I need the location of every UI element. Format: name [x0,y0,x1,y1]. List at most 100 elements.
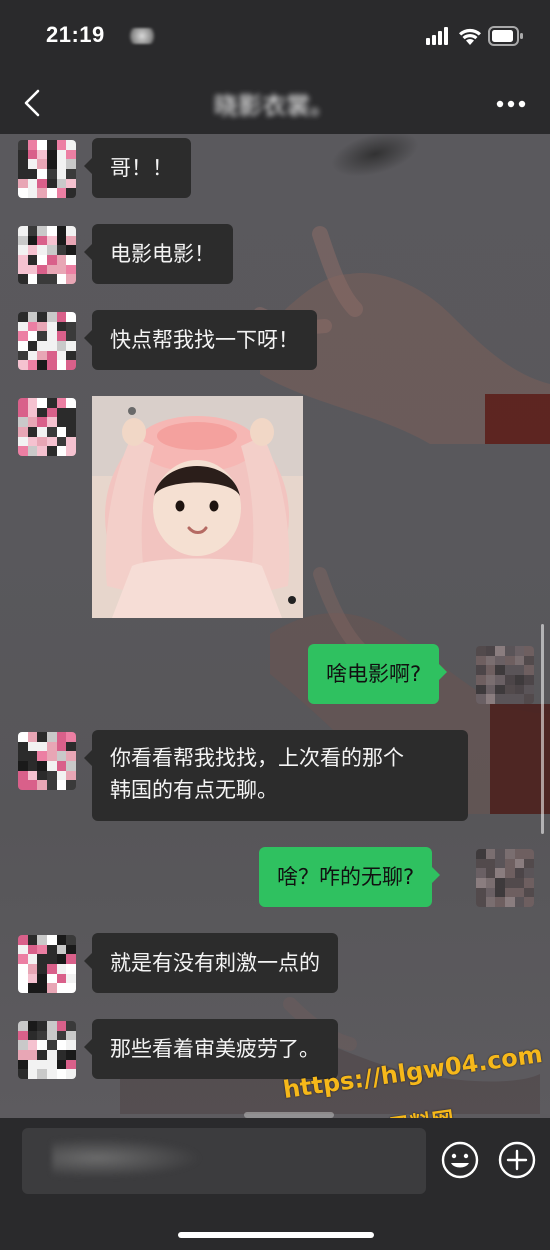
avatar-pixel [18,264,28,275]
avatar-pixel [18,245,28,255]
avatar-pixel [514,694,525,704]
avatar-pixel [37,188,47,198]
avatar-pixel [485,878,496,888]
avatar-pixel [66,255,76,265]
avatar-pixel [66,188,76,198]
contact-avatar[interactable] [18,312,76,370]
avatar-pixel [37,761,47,771]
message-text: 啥电影啊? [326,662,422,686]
add-icon[interactable] [497,1140,537,1180]
avatar-pixel [37,245,47,255]
contact-avatar[interactable] [18,1021,76,1079]
avatar-pixel [66,1040,76,1050]
avatar-pixel [47,1021,57,1031]
avatar-pixel [66,1069,76,1079]
avatar-pixel [27,350,38,361]
avatar-pixel [476,849,486,859]
avatar-pixel [18,321,28,332]
message-bubble[interactable]: 就是有没有刺激一点的 [84,933,338,993]
avatar-pixel [56,159,67,169]
avatar-pixel [47,169,57,179]
avatar-pixel [56,235,67,246]
message-bubble[interactable]: 你看看帮我找找，上次看的那个 韩国的有点无聊。 [84,730,468,821]
avatar-pixel [524,878,534,888]
avatar-pixel [476,897,486,907]
avatar-pixel [56,770,67,781]
avatar-pixel [56,1021,67,1031]
contact-avatar[interactable] [18,398,76,456]
back-icon[interactable] [18,86,48,120]
contact-avatar[interactable] [18,226,76,284]
avatar-pixel [27,255,38,265]
avatar-pixel [476,655,486,666]
avatar-pixel [27,149,38,160]
avatar-pixel [66,436,76,447]
message-bubble[interactable]: 快点帮我找一下呀！ [84,310,317,370]
message-text: 哥！！ [110,156,173,180]
avatar-pixel [47,149,57,160]
avatar-pixel [27,1040,38,1050]
avatar-pixel [56,446,67,456]
message-bubble[interactable]: 那些看着审美疲劳了。 [84,1019,338,1079]
avatar-pixel [47,398,57,408]
avatar-pixel [56,427,67,437]
avatar-pixel [18,732,28,742]
avatar-pixel [37,331,47,341]
message-bubble[interactable]: 哥！！ [84,138,191,198]
avatar-pixel [18,935,28,945]
avatar-pixel [37,427,47,437]
avatar-pixel [56,226,67,236]
avatar-pixel [495,646,505,656]
avatar-pixel [66,149,76,160]
message-text-line: 你看看帮我找找，上次看的那个 [110,746,404,770]
contact-avatar[interactable] [18,140,76,198]
my-avatar[interactable] [476,646,534,704]
avatar-pixel [66,407,76,418]
avatar-pixel [47,741,57,752]
avatar-pixel [56,1030,67,1041]
scroll-indicator[interactable] [541,624,544,834]
avatar-pixel [27,331,38,341]
avatar-pixel [27,360,38,370]
avatar-pixel [18,1069,28,1079]
avatar-pixel [47,751,57,761]
avatar-pixel [66,944,76,955]
avatar-pixel [18,417,28,427]
avatar-pixel [56,436,67,447]
avatar-pixel [37,944,47,955]
avatar-pixel [27,732,38,742]
message-bubble[interactable]: 电影电影！ [84,224,233,284]
contact-avatar[interactable] [18,732,76,790]
emoji-icon[interactable] [440,1140,480,1180]
message-bubble[interactable]: 啥电影啊? [308,644,448,704]
avatar-pixel [505,684,515,695]
avatar-pixel [18,255,28,265]
avatar-pixel [66,973,76,984]
my-avatar[interactable] [476,849,534,907]
avatar-pixel [37,226,47,236]
avatar-pixel [476,887,486,898]
battery-icon [488,26,523,46]
home-indicator[interactable] [178,1232,374,1238]
image-message[interactable] [92,396,303,618]
avatar-pixel [56,350,67,361]
avatar-pixel [18,169,28,179]
message-text: 啥？咋的无聊? [277,865,415,889]
avatar-pixel [66,226,76,236]
avatar-pixel [47,407,57,418]
message-bubble[interactable]: 啥？咋的无聊? [259,847,441,907]
avatar-pixel [18,235,28,246]
avatar-pixel [18,436,28,447]
avatar-pixel [514,858,525,869]
avatar-pixel [27,446,38,456]
avatar-pixel [37,741,47,752]
avatar-pixel [514,878,525,888]
avatar-pixel [524,858,534,869]
avatar-pixel [18,1040,28,1050]
message-text: 快点帮我找一下呀！ [110,328,299,352]
avatar-pixel [514,684,525,695]
message-input[interactable] [22,1128,426,1194]
contact-avatar[interactable] [18,935,76,993]
avatar-pixel [495,849,505,859]
more-icon[interactable] [494,100,530,108]
